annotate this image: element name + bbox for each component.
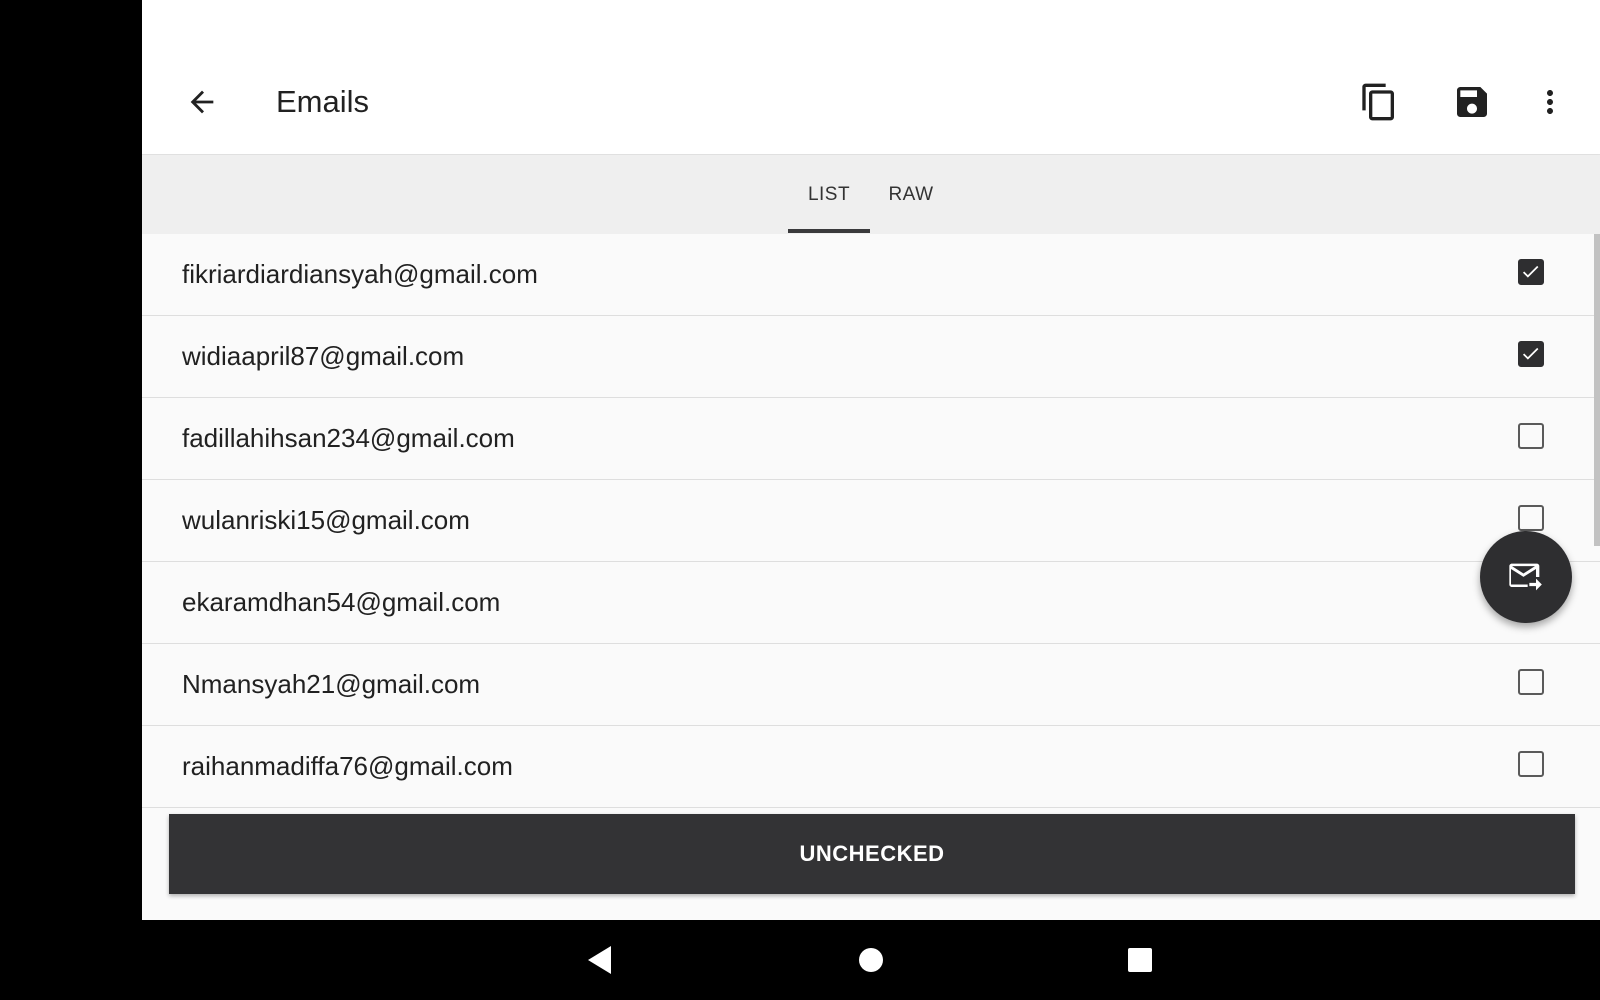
email-checkbox[interactable] [1518, 669, 1544, 695]
copy-button[interactable] [1349, 72, 1409, 132]
send-emails-fab[interactable] [1480, 531, 1572, 623]
unchecked-button[interactable]: UNCHECKED [169, 814, 1575, 894]
checkmark-icon [1522, 347, 1539, 360]
arrow-left-icon [190, 90, 214, 114]
list-item[interactable]: ekaramdhan54@gmail.com [142, 562, 1600, 644]
nav-back-icon [588, 946, 611, 974]
checkmark-icon [1522, 265, 1539, 278]
nav-recents-icon [1128, 948, 1152, 972]
tab-selected-indicator [788, 229, 870, 233]
page-title: Emails [276, 84, 370, 119]
list-item[interactable]: widiaapril87@gmail.com [142, 316, 1600, 398]
nav-home-button[interactable] [851, 940, 891, 980]
email-checkbox[interactable] [1518, 259, 1544, 285]
nav-home-icon [859, 948, 883, 972]
list-item[interactable]: Nmansyah21@gmail.com [142, 644, 1600, 726]
email-address: ekaramdhan54@gmail.com [182, 587, 501, 617]
tab-list[interactable]: LIST [788, 155, 870, 234]
more-vert-icon [1547, 90, 1553, 114]
tab-raw[interactable]: RAW [870, 155, 952, 234]
more-options-button[interactable] [1520, 72, 1580, 132]
app-screen: Emails LIST RAW fikriardiardiansyah@gmai… [142, 0, 1600, 920]
email-list: fikriardiardiansyah@gmail.com widiaapril… [142, 234, 1600, 808]
list-item[interactable]: fikriardiardiansyah@gmail.com [142, 234, 1600, 316]
top-app-bar: Emails [142, 50, 1600, 155]
scrollbar-thumb[interactable] [1594, 234, 1600, 546]
system-nav-bar [0, 920, 1600, 1000]
list-item[interactable]: raihanmadiffa76@gmail.com [142, 726, 1600, 808]
save-button[interactable] [1442, 72, 1502, 132]
nav-recents-button[interactable] [1120, 940, 1160, 980]
nav-back-button[interactable] [580, 940, 620, 980]
email-address: Nmansyah21@gmail.com [182, 669, 481, 699]
email-address: raihanmadiffa76@gmail.com [182, 751, 513, 781]
list-item[interactable]: fadillahihsan234@gmail.com [142, 398, 1600, 480]
email-checkbox[interactable] [1518, 751, 1544, 777]
save-icon [1457, 87, 1487, 117]
list-item[interactable]: wulanriski15@gmail.com [142, 480, 1600, 562]
status-bar-area [142, 0, 1600, 50]
back-button[interactable] [172, 72, 232, 132]
tab-bar: LIST RAW [142, 155, 1600, 234]
email-address: fadillahihsan234@gmail.com [182, 423, 515, 453]
email-address: wulanriski15@gmail.com [182, 505, 470, 535]
email-checkbox[interactable] [1518, 423, 1544, 449]
email-checkbox[interactable] [1518, 341, 1544, 367]
email-checkbox[interactable] [1518, 505, 1544, 531]
email-address: widiaapril87@gmail.com [182, 341, 465, 371]
email-address: fikriardiardiansyah@gmail.com [182, 259, 538, 289]
copy-icon [1362, 83, 1394, 121]
forward-email-icon [1509, 563, 1542, 591]
